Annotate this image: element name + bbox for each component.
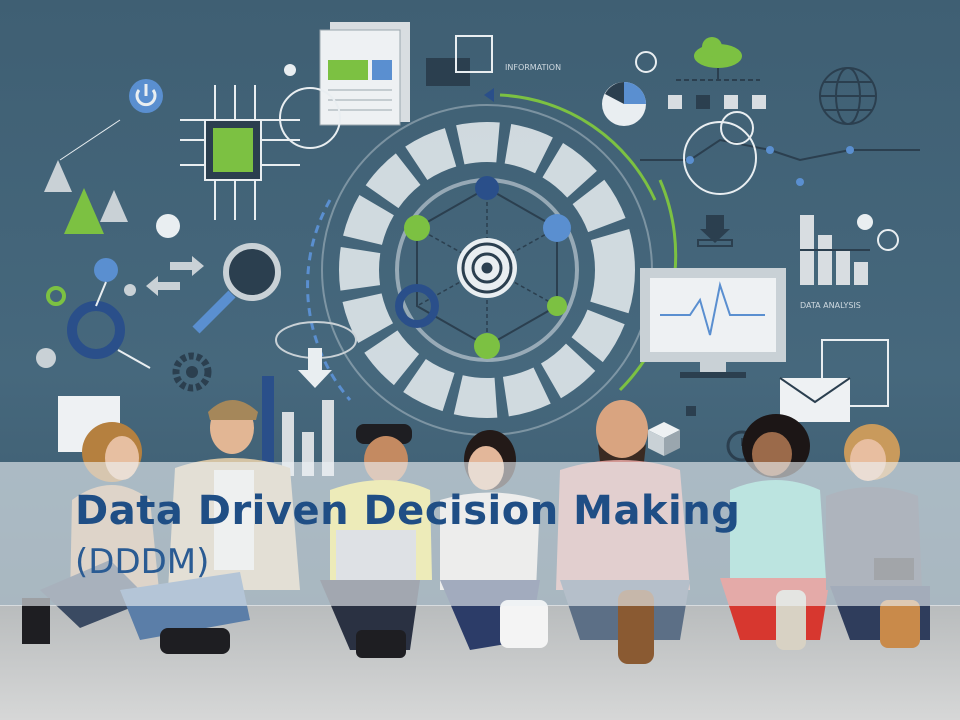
- people-photo: [22, 400, 930, 664]
- slide: INFORMATION DATA ANALYSIS Data Driven De…: [0, 0, 960, 720]
- slide-subtitle: (DDDM): [75, 542, 210, 582]
- slide-title: Data Driven Decision Making: [75, 488, 741, 534]
